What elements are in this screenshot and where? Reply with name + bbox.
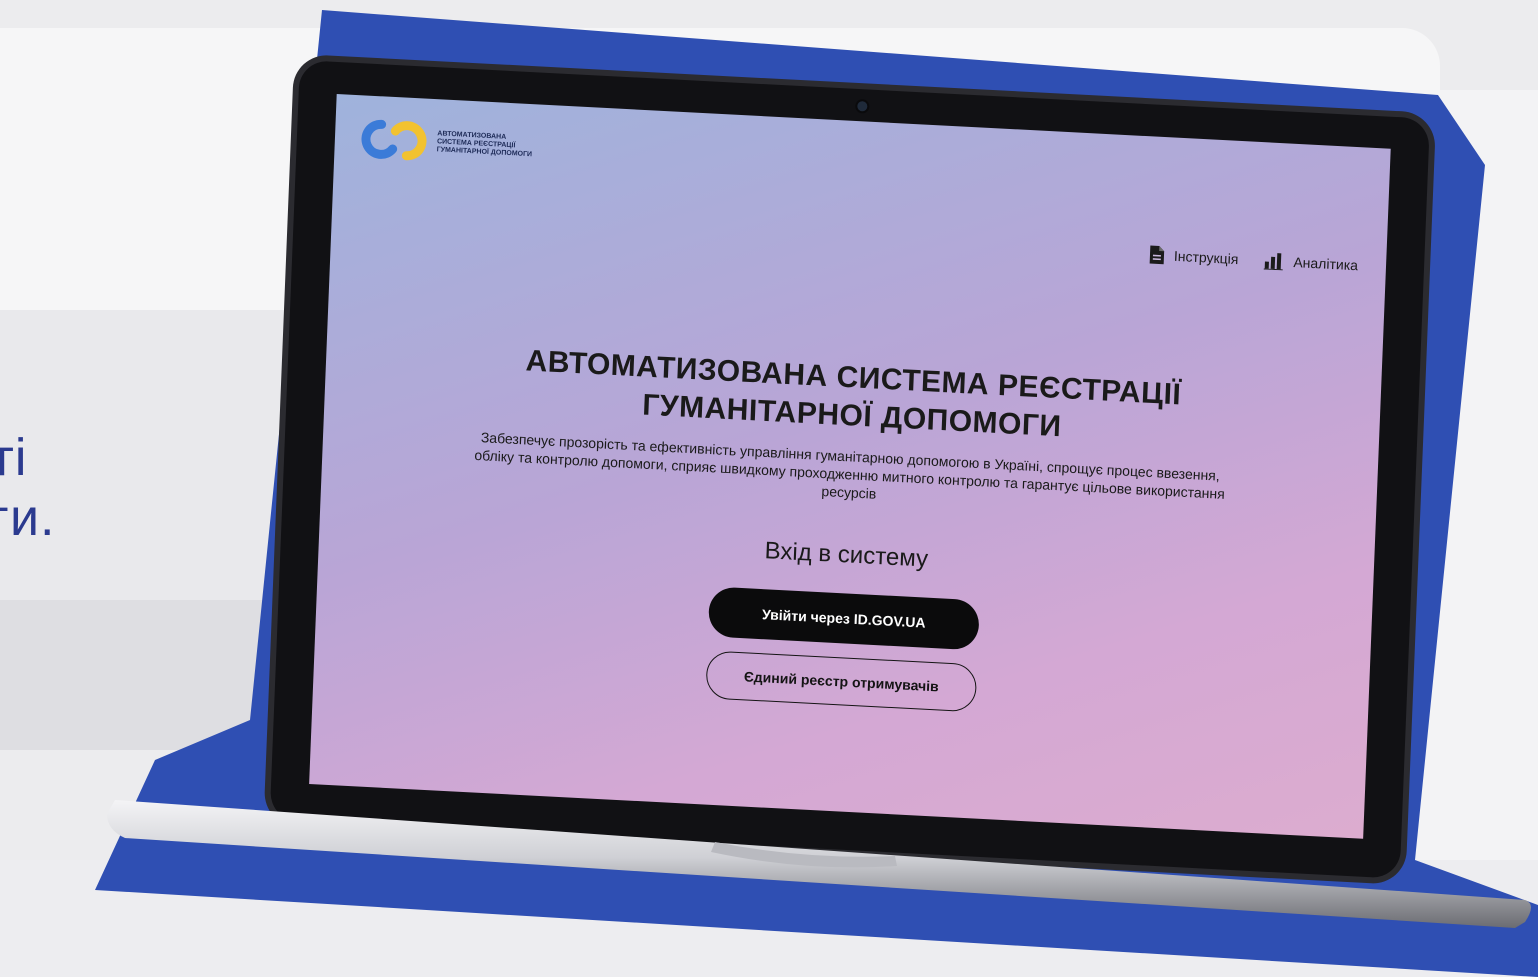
logo-text: АВТОМАТИЗОВАНА СИСТЕМА РЕЄСТРАЦІЇ ГУМАНІ… [437,130,533,159]
bar-chart-icon [1264,253,1284,271]
laptop-base [107,800,1531,928]
nav-instructions[interactable]: Інструкція [1149,244,1239,269]
nav-analytics[interactable]: Аналітика [1264,250,1358,275]
hero-section: АВТОМАТИЗОВАНА СИСТЕМА РЕЄСТРАЦІЇ ГУМАНІ… [313,332,1381,733]
interlocking-rings-icon [361,119,427,161]
nav-instructions-label: Інструкція [1173,247,1239,268]
laptop-bezel: АВТОМАТИЗОВАНА СИСТЕМА РЕЄСТРАЦІЇ ГУМАНІ… [269,60,1431,879]
login-title: Вхід в систему [764,537,929,573]
site-logo[interactable]: АВТОМАТИЗОВАНА СИСТЕМА РЕЄСТРАЦІЇ ГУМАНІ… [358,117,533,168]
laptop-mockup: АВТОМАТИЗОВАНА СИСТЕМА РЕЄСТРАЦІЇ ГУМАНІ… [269,60,1431,879]
recipients-registry-button[interactable]: Єдиний реєстр отримувачів [705,650,978,713]
webcam-icon [857,101,868,112]
login-id-gov-button[interactable]: Увійти через ID.GOV.UA [707,586,980,651]
top-nav: Інструкція Аналітика [1149,244,1359,275]
laptop-screen: АВТОМАТИЗОВАНА СИСТЕМА РЕЄСТРАЦІЇ ГУМАНІ… [309,93,1391,839]
document-icon [1149,245,1165,265]
nav-analytics-label: Аналітика [1293,253,1359,274]
